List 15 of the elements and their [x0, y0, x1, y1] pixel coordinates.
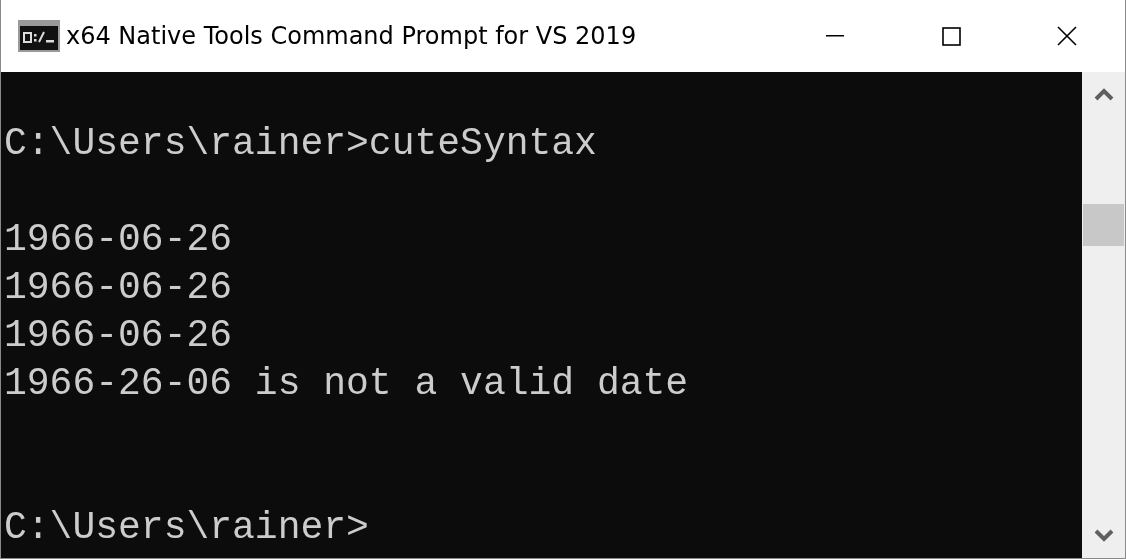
scrollbar[interactable]	[1082, 72, 1125, 558]
console-line: 1966-06-26	[4, 218, 233, 261]
console-app-icon	[18, 20, 60, 52]
chevron-down-icon	[1093, 529, 1114, 543]
window-title: x64 Native Tools Command Prompt for VS 2019	[66, 22, 638, 50]
maximize-icon	[941, 26, 961, 46]
console-line: 1966-06-26	[4, 314, 233, 357]
close-icon	[1057, 26, 1077, 46]
console-line: 1966-06-26	[4, 266, 233, 309]
scrollbar-thumb[interactable]	[1083, 204, 1124, 246]
chevron-up-icon	[1093, 87, 1114, 101]
console-line: 1966-26-06 is not a valid date	[4, 362, 689, 405]
console-line: C:\Users\rainer>cuteSyntax	[4, 122, 597, 165]
console-line: C:\Users\rainer>	[4, 506, 369, 549]
minimize-icon	[826, 35, 844, 37]
